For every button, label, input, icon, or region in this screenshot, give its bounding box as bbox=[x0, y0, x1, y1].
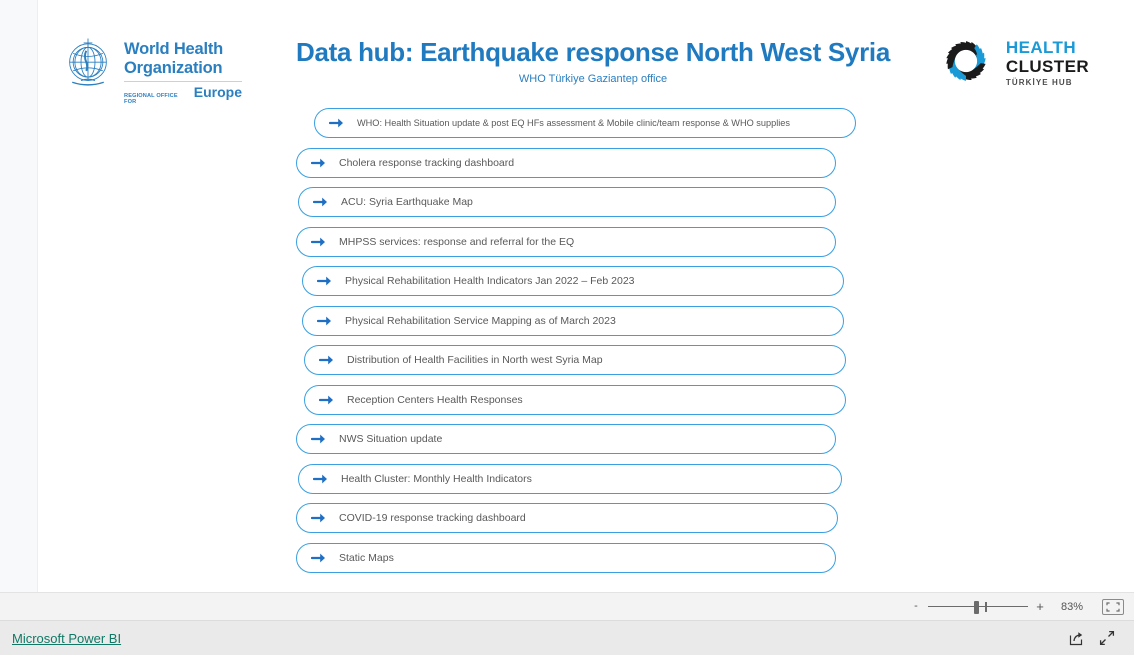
dashboard-link-item[interactable]: ACU: Syria Earthquake Map bbox=[298, 187, 836, 217]
dashboard-link-item[interactable]: MHPSS services: response and referral fo… bbox=[296, 226, 836, 257]
fit-to-page-icon bbox=[1106, 601, 1120, 612]
who-logo-region-name: Europe bbox=[193, 84, 242, 100]
zoom-in-button[interactable]: + bbox=[1032, 600, 1048, 613]
zoom-slider-tick bbox=[985, 601, 987, 612]
arrow-right-icon bbox=[319, 392, 335, 408]
dashboard-link-item[interactable]: Cholera response tracking dashboard bbox=[296, 147, 836, 178]
dashboard-link-label: NWS Situation update bbox=[339, 433, 443, 445]
dashboard-link-label: MHPSS services: response and referral fo… bbox=[339, 235, 575, 248]
dashboard-link-label: Cholera response tracking dashboard bbox=[339, 156, 515, 169]
page-title: Data hub: Earthquake response North West… bbox=[296, 37, 890, 67]
arrow-right-icon bbox=[311, 431, 327, 447]
dashboard-link-label: Distribution of Health Facilities in Nor… bbox=[347, 354, 603, 366]
arrow-right-icon bbox=[311, 155, 327, 171]
dashboard-link-item[interactable]: Physical Rehabilitation Service Mapping … bbox=[302, 305, 844, 336]
dashboard-link-item[interactable]: Reception Centers Health Responses bbox=[304, 384, 846, 415]
power-bi-report-viewer: World Health Organization REGIONAL OFFIC… bbox=[0, 0, 1134, 655]
dashboard-link-item[interactable]: Health Cluster: Monthly Health Indicator… bbox=[298, 463, 842, 494]
arrow-right-icon bbox=[311, 234, 327, 250]
dashboard-link-label: Physical Rehabilitation Health Indicator… bbox=[345, 275, 635, 287]
share-button[interactable] bbox=[1064, 627, 1090, 649]
fullscreen-icon bbox=[1099, 630, 1115, 646]
arrow-right-icon bbox=[317, 313, 333, 329]
microsoft-power-bi-link[interactable]: Microsoft Power BI bbox=[12, 631, 121, 646]
zoom-level-label: 83% bbox=[1060, 600, 1084, 613]
arrow-right-icon bbox=[319, 352, 335, 368]
page-title-block: Data hub: Earthquake response North West… bbox=[198, 36, 988, 85]
dashboard-link-label: WHO: Health Situation update & post EQ H… bbox=[357, 118, 791, 128]
health-cluster-logo: HEALTH CLUSTER TÜRKİYE HUB bbox=[935, 30, 1089, 92]
health-cluster-logo-text: HEALTH CLUSTER TÜRKİYE HUB bbox=[1006, 36, 1089, 87]
dashboard-link-item[interactable]: Physical Rehabilitation Health Indicator… bbox=[302, 266, 844, 296]
dashboard-link-label: ACU: Syria Earthquake Map bbox=[341, 196, 473, 208]
dashboard-link-item[interactable]: Static Maps bbox=[296, 542, 836, 573]
health-cluster-line3: TÜRKİYE HUB bbox=[1005, 77, 1073, 87]
dashboard-link-item[interactable]: NWS Situation update bbox=[296, 424, 836, 454]
report-footer: Microsoft Power BI bbox=[0, 621, 1134, 655]
share-icon bbox=[1069, 632, 1083, 646]
arrow-right-icon bbox=[329, 115, 345, 131]
health-cluster-line2: CLUSTER bbox=[1005, 56, 1089, 76]
zoom-slider-thumb[interactable] bbox=[974, 600, 979, 614]
canvas-left-gutter bbox=[0, 0, 38, 592]
zoom-toolbar: - + 83% bbox=[0, 592, 1134, 621]
arrow-right-icon bbox=[313, 194, 329, 210]
dashboard-link-label: COVID-19 response tracking dashboard bbox=[339, 512, 526, 524]
dashboard-link-item[interactable]: COVID-19 response tracking dashboard bbox=[296, 503, 838, 533]
dashboard-link-label: Physical Rehabilitation Service Mapping … bbox=[345, 314, 616, 327]
zoom-slider[interactable] bbox=[928, 600, 1028, 614]
dashboard-link-label: Health Cluster: Monthly Health Indicator… bbox=[341, 472, 532, 485]
page-subtitle: WHO Türkiye Gaziantep office bbox=[518, 73, 668, 85]
arrow-right-icon bbox=[311, 510, 327, 526]
zoom-out-button[interactable]: - bbox=[908, 601, 924, 612]
who-logo-region: REGIONAL OFFICE FOR Europe bbox=[124, 84, 242, 105]
who-emblem-icon bbox=[69, 38, 107, 86]
arrow-right-icon bbox=[311, 550, 327, 566]
who-logo-region-prefix: REGIONAL OFFICE FOR bbox=[124, 93, 178, 105]
dashboard-link-label: Static Maps bbox=[339, 551, 394, 564]
report-canvas: World Health Organization REGIONAL OFFIC… bbox=[38, 0, 1134, 592]
health-cluster-pinwheel-icon bbox=[946, 41, 986, 81]
dashboard-link-item[interactable]: Distribution of Health Facilities in Nor… bbox=[304, 345, 846, 375]
fit-to-page-button[interactable] bbox=[1102, 598, 1124, 615]
dashboard-link-label: Reception Centers Health Responses bbox=[347, 393, 523, 406]
health-cluster-line1: HEALTH bbox=[1005, 37, 1076, 57]
fullscreen-button[interactable] bbox=[1094, 627, 1120, 649]
dashboard-link-list: WHO: Health Situation update & post EQ H… bbox=[296, 108, 856, 582]
arrow-right-icon bbox=[317, 273, 333, 289]
arrow-right-icon bbox=[313, 471, 329, 487]
dashboard-link-item[interactable]: WHO: Health Situation update & post EQ H… bbox=[314, 108, 856, 138]
